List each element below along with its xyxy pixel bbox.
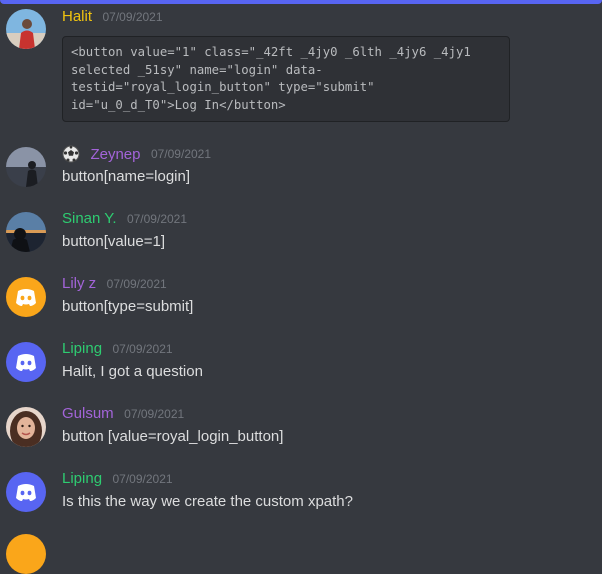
profile-photo-icon xyxy=(6,147,46,187)
avatar[interactable] xyxy=(6,534,46,574)
username[interactable]: Halit xyxy=(62,8,92,25)
avatar[interactable] xyxy=(6,9,46,49)
username[interactable]: Lily z xyxy=(62,275,96,292)
timestamp: 07/09/2021 xyxy=(150,147,212,161)
message-text: button [value=royal_login_button] xyxy=(62,428,284,445)
avatar[interactable] xyxy=(6,472,46,512)
timestamp: 07/09/2021 xyxy=(126,211,188,226)
discord-logo-icon xyxy=(16,484,36,501)
message-item: Liping 07/09/2021 Halit, I got a questio… xyxy=(0,335,602,395)
soccer-ball-icon xyxy=(62,145,80,163)
avatar[interactable] xyxy=(6,212,46,252)
username[interactable]: Liping xyxy=(62,340,102,357)
username[interactable]: Gulsum xyxy=(62,405,114,422)
avatar[interactable] xyxy=(6,147,46,187)
message-text: Halit, I got a question xyxy=(62,363,203,380)
username[interactable]: Sinan Y. xyxy=(62,210,117,227)
message-item: Gulsum 07/09/2021 button [value=royal_lo… xyxy=(0,400,602,460)
message-item: Zeynep 07/09/2021 button[name=login] xyxy=(0,140,602,200)
profile-photo-icon xyxy=(6,407,46,447)
message-item: Liping 07/09/2021 Is this the way we cre… xyxy=(0,465,602,525)
avatar[interactable] xyxy=(6,277,46,317)
code-block: <button value="1" class="_42ft _4jy0 _6l… xyxy=(62,36,510,122)
timestamp: 07/09/2021 xyxy=(102,9,163,24)
message-text: button[type=submit] xyxy=(62,298,194,315)
message-item: Sinan Y. 07/09/2021 button[value=1] xyxy=(0,205,602,265)
message-list: Halit 07/09/2021 <button value="1" class… xyxy=(0,0,602,574)
timestamp: 07/09/2021 xyxy=(112,341,173,356)
message-text: Is this the way we create the custom xpa… xyxy=(62,493,353,510)
discord-logo-icon xyxy=(16,354,36,371)
timestamp: 07/09/2021 xyxy=(124,406,185,421)
message-text: button[name=login] xyxy=(62,168,191,185)
username[interactable]: Zeynep xyxy=(90,146,140,163)
discord-logo-icon xyxy=(16,289,36,306)
profile-photo-icon xyxy=(6,212,46,252)
message-text: button[value=1] xyxy=(62,233,166,250)
timestamp: 07/09/2021 xyxy=(112,471,173,486)
message-item: Halit 07/09/2021 <button value="1" class… xyxy=(0,0,602,130)
avatar[interactable] xyxy=(6,407,46,447)
avatar[interactable] xyxy=(6,342,46,382)
timestamp: 07/09/2021 xyxy=(106,276,167,291)
username[interactable]: Liping xyxy=(62,470,102,487)
profile-photo-icon xyxy=(6,9,46,49)
message-item: Lily z 07/09/2021 button[type=submit] xyxy=(0,270,602,330)
